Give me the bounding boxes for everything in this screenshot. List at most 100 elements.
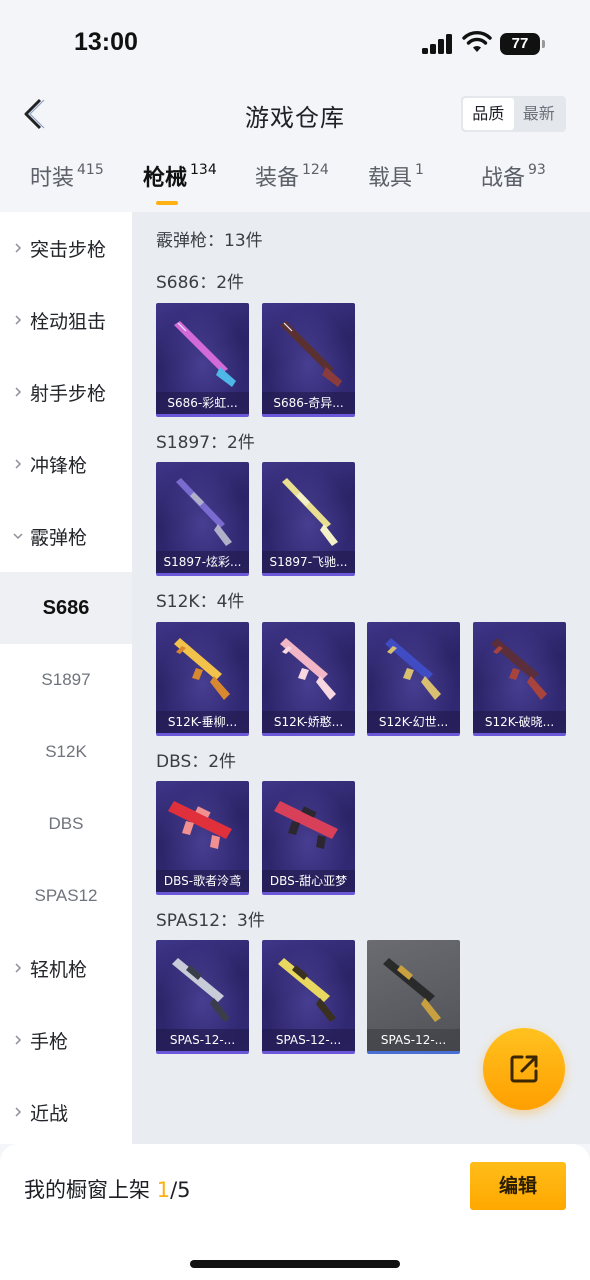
category-tabs: 时装 415 枪械 134 装备 124 载具 1 战备 93	[0, 160, 590, 212]
weapon-skin-name: SPAS-12-...	[156, 1029, 249, 1051]
weapon-skin-name: SPAS-12-...	[262, 1029, 355, 1051]
weapon-skin-card[interactable]: S1897-飞驰...	[262, 462, 355, 576]
chevron-right-icon	[13, 963, 23, 973]
tab-firearms[interactable]: 枪械 134	[143, 160, 217, 192]
chevron-right-icon	[13, 1035, 23, 1045]
weapon-skin-name: S686-奇异...	[262, 392, 355, 414]
sidebar-item-label: 冲锋枪	[30, 454, 88, 477]
tab-equipment[interactable]: 装备 124	[255, 160, 329, 192]
sort-newest-option[interactable]: 最新	[514, 98, 565, 130]
auto-shotgun-icon	[491, 638, 547, 700]
weapon-skin-name: SPAS-12-...	[367, 1029, 460, 1051]
cellular-signal-icon	[422, 34, 454, 54]
sidebar-category[interactable]: 轻机枪	[0, 932, 132, 1004]
weapon-skin-card[interactable]: S12K-破晓...	[473, 622, 566, 736]
sidebar-category[interactable]: 射手步枪	[0, 356, 132, 428]
weapon-skin-name: DBS-甜心亚梦	[262, 870, 355, 892]
sidebar-item-label: 霰弹枪	[30, 526, 88, 549]
sort-toggle: 品质 最新	[461, 96, 566, 132]
category-summary: 霰弹枪：13件	[156, 231, 263, 251]
weapon-skin-card[interactable]: DBS-歌者泠鸢	[156, 781, 249, 895]
auto-shotgun-icon	[174, 638, 230, 700]
sidebar-subitem[interactable]: S12K	[0, 716, 132, 788]
battery-icon: 77	[500, 33, 545, 55]
sidebar-item-label: 近战	[30, 1102, 69, 1125]
weapon-skin-card[interactable]: S12K-垂柳...	[156, 622, 249, 736]
sidebar-item-label: DBS	[48, 814, 84, 833]
weapon-skin-name: S12K-破晓...	[473, 711, 566, 733]
share-button[interactable]	[483, 1028, 565, 1110]
double-barrel-shotgun-icon	[174, 321, 236, 387]
tab-combat-gear[interactable]: 战备 93	[481, 160, 546, 192]
weapon-skin-card[interactable]: SPAS-12-...	[262, 940, 355, 1054]
sidebar-category[interactable]: 冲锋枪	[0, 428, 132, 500]
weapon-category-sidebar: 突击步枪栓动狙击射手步枪冲锋枪霰弹枪 S686 S1897 S12K DBS SPAS12…	[0, 212, 132, 1144]
weapon-grid-panel: 霰弹枪：13件 S686：2件 S686-彩虹... S686-奇异... S1897…	[132, 212, 590, 1144]
sidebar-item-label: 手枪	[30, 1030, 69, 1053]
tab-label: 载具	[368, 166, 413, 191]
tactical-shotgun-icon	[278, 958, 336, 1022]
sidebar-item-label: S12K	[45, 742, 87, 761]
weapon-skin-name: S12K-娇憨...	[262, 711, 355, 733]
status-time: 13:00	[74, 28, 138, 56]
weapon-group-label: S686：2件	[156, 273, 245, 293]
tab-label: 时装	[30, 166, 75, 191]
tab-label: 战备	[481, 166, 526, 191]
weapon-skin-card[interactable]: SPAS-12-...	[367, 940, 460, 1054]
active-tab-indicator	[156, 201, 178, 205]
weapon-skin-card[interactable]: S686-彩虹...	[156, 303, 249, 417]
weapon-skin-card[interactable]: S12K-幻世...	[367, 622, 460, 736]
weapon-skin-name: S686-彩虹...	[156, 392, 249, 414]
sidebar-category[interactable]: 手枪	[0, 1004, 132, 1076]
sidebar-item-label: S1897	[41, 670, 91, 689]
weapon-skin-card[interactable]: S12K-娇憨...	[262, 622, 355, 736]
weapon-skin-card[interactable]: DBS-甜心亚梦	[262, 781, 355, 895]
weapon-skin-card[interactable]: SPAS-12-...	[156, 940, 249, 1054]
sidebar-category[interactable]: 突击步枪	[0, 212, 132, 284]
weapon-skin-card[interactable]: S1897-炫彩...	[156, 462, 249, 576]
sidebar-item-label: S686	[42, 596, 90, 619]
chevron-right-icon	[13, 1107, 23, 1117]
sidebar-item-label: 突击步枪	[30, 238, 107, 261]
pump-shotgun-icon	[176, 478, 232, 546]
showcase-total: /5	[170, 1178, 191, 1202]
showcase-current-count: 1	[156, 1178, 171, 1202]
sidebar-subitem[interactable]: S1897	[0, 644, 132, 716]
chevron-right-icon	[13, 243, 23, 253]
status-bar: 13:00 77	[0, 0, 590, 88]
sidebar-item-label: 射手步枪	[30, 382, 107, 405]
tab-count: 134	[190, 162, 217, 178]
weapon-skin-name: S1897-炫彩...	[156, 551, 249, 573]
bullpup-shotgun-icon	[274, 801, 338, 849]
tactical-shotgun-icon	[383, 958, 441, 1022]
pump-shotgun-icon	[282, 478, 338, 546]
tab-count: 124	[302, 162, 329, 178]
chevron-right-icon	[13, 459, 23, 469]
tactical-shotgun-icon	[172, 958, 230, 1022]
wifi-icon	[462, 31, 492, 52]
sidebar-subitem[interactable]: DBS	[0, 788, 132, 860]
tab-vehicles[interactable]: 载具 1	[368, 160, 424, 192]
sidebar-category[interactable]: 霰弹枪	[0, 500, 132, 572]
sidebar-subitem[interactable]: S686	[0, 572, 132, 644]
chevron-down-icon	[13, 531, 23, 541]
sidebar-item-label: 栓动狙击	[30, 310, 107, 333]
weapon-group-label: SPAS12：3件	[156, 911, 265, 931]
edit-button[interactable]: 编辑	[470, 1162, 566, 1210]
weapon-skin-card[interactable]: S686-奇异...	[262, 303, 355, 417]
weapon-skin-name: S12K-垂柳...	[156, 711, 249, 733]
sidebar-category[interactable]: 栓动狙击	[0, 284, 132, 356]
showcase-status: 我的橱窗上架 1/5	[24, 1174, 191, 1204]
sort-quality-option[interactable]: 品质	[463, 98, 514, 130]
tab-count: 415	[77, 162, 104, 178]
sidebar-subitem[interactable]: SPAS12	[0, 860, 132, 932]
chevron-right-icon	[13, 387, 23, 397]
weapon-skin-name: S1897-飞驰...	[262, 551, 355, 573]
weapon-group-label: S12K：4件	[156, 592, 245, 612]
tab-fashion[interactable]: 时装 415	[30, 160, 104, 192]
auto-shotgun-icon	[385, 638, 441, 700]
sidebar-category[interactable]: 近战	[0, 1076, 132, 1148]
share-external-icon	[510, 1055, 538, 1083]
tab-label: 枪械	[143, 166, 188, 191]
showcase-label: 我的橱窗上架	[24, 1178, 150, 1202]
